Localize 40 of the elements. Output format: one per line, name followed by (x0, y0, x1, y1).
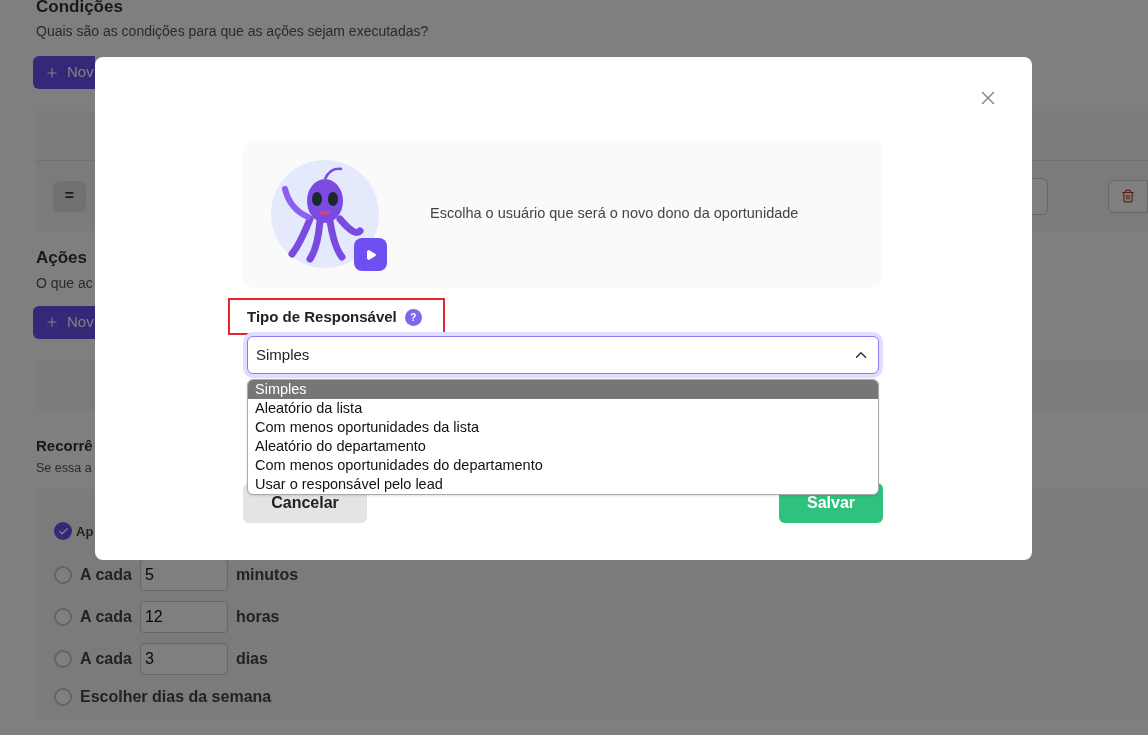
operator-chip: = (53, 180, 86, 212)
number-field[interactable]: 5 (139, 559, 228, 592)
radio-button[interactable] (54, 608, 72, 627)
number-field[interactable]: 3 (139, 643, 228, 676)
section-subtitle: Quais são as condições para que as ações sejam executadas? (36, 22, 429, 41)
info-text: Escolha o usuário que será o novo dono da oportunidade (430, 204, 799, 224)
unit-label: dias (235, 649, 268, 670)
dropdown-option[interactable]: Com menos oportunidades do departamento (248, 456, 878, 475)
plus-icon (45, 315, 59, 329)
add-button[interactable]: Nov (33, 56, 95, 89)
radio-button[interactable] (54, 522, 72, 541)
radio-label: A cada (80, 649, 132, 670)
section-subtitle: O que ac (36, 273, 93, 293)
section-title: Recorrê (36, 435, 93, 456)
delete-button[interactable] (1108, 179, 1148, 213)
radio-label: A cada (80, 607, 132, 628)
section-title: Ações (36, 247, 88, 269)
radio-button[interactable] (54, 566, 72, 585)
play-button[interactable] (354, 238, 387, 271)
dropdown-option[interactable]: Aleatório do departamento (248, 437, 878, 456)
unit-label: minutos (235, 565, 299, 586)
dropdown-option[interactable]: Aleatório da lista (248, 399, 878, 418)
plus-icon (45, 65, 59, 80)
number-field[interactable]: 12 (139, 601, 228, 634)
section-subtitle: Se essa a (36, 459, 92, 477)
radio-label: Ap (76, 522, 94, 541)
radio-button[interactable] (54, 650, 72, 669)
check-icon (57, 525, 69, 537)
help-icon[interactable]: ? (404, 308, 422, 326)
section-title: Condições (36, 0, 123, 17)
play-icon (364, 248, 377, 261)
radio-label: A cada (80, 565, 132, 586)
unit-label: horas (235, 607, 280, 628)
trash-icon (1121, 189, 1135, 203)
add-button[interactable]: Nov (33, 305, 95, 339)
dropdown-option[interactable]: Simples (248, 380, 878, 399)
dropdown-option[interactable]: Com menos oportunidades da lista (248, 418, 878, 437)
radio-button[interactable] (54, 688, 72, 707)
radio-label: Escolher dias da semana (80, 687, 272, 708)
field-label: Tipo de Responsável (247, 307, 397, 327)
